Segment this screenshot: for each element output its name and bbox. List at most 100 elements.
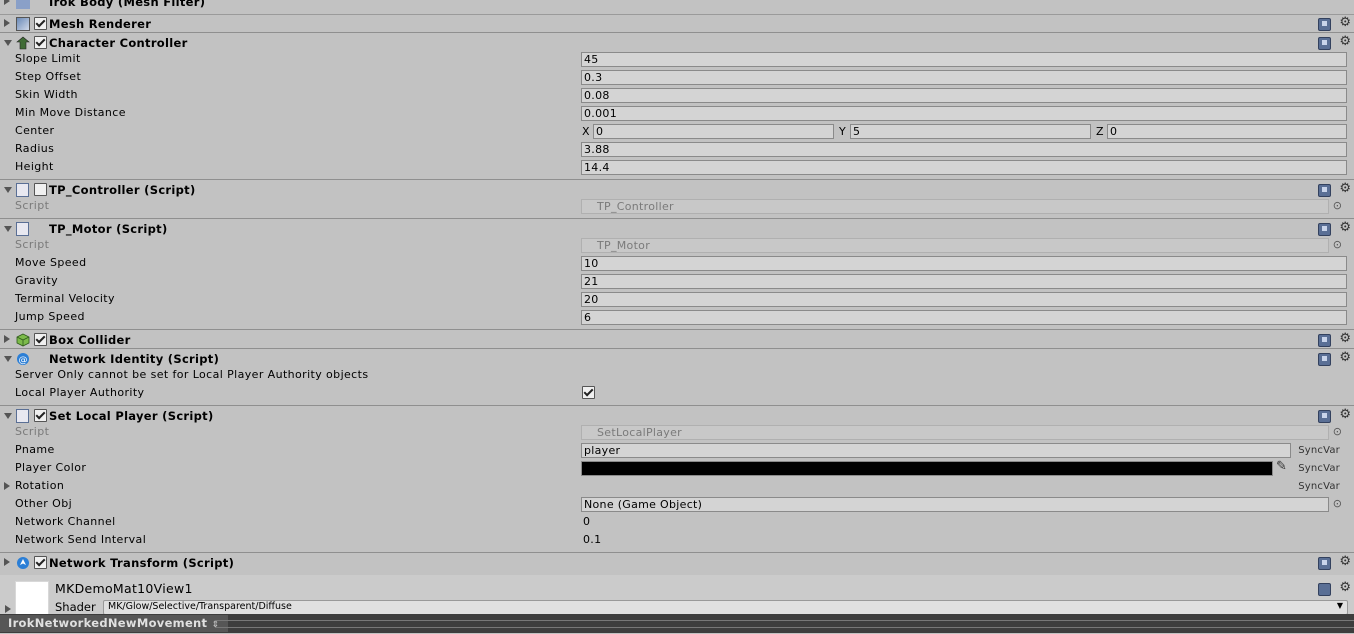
clipped-component-header: Irok Body (Mesh Filter)	[0, 0, 1354, 15]
other-obj-label: Other Obj	[15, 497, 73, 510]
enable-checkbox[interactable]	[34, 333, 47, 346]
tp-controller-header[interactable]: TP_Controller (Script) ⚙	[0, 181, 1354, 199]
enable-checkbox[interactable]	[34, 17, 47, 30]
gear-icon[interactable]: ⚙	[1339, 34, 1351, 49]
gravity-field[interactable]: 21	[581, 274, 1347, 289]
help-icon[interactable]	[1318, 184, 1331, 197]
help-icon[interactable]	[1318, 37, 1331, 50]
rotation-label[interactable]: Rotation	[15, 479, 64, 492]
foldout-arrow[interactable]	[4, 356, 12, 362]
rotation-foldout-arrow[interactable]	[4, 482, 10, 490]
object-tab[interactable]: IrokNetworkedNewMovement ⇕	[0, 615, 228, 632]
help-icon[interactable]	[1318, 223, 1331, 236]
material-name: MKDemoMat10View1	[55, 581, 193, 596]
resize-divider[interactable]	[215, 620, 1354, 628]
eyedropper-icon[interactable]: ✎	[1276, 459, 1287, 474]
box-collider-icon	[16, 333, 30, 347]
network-identity-header[interactable]: @ Network Identity (Script) ⚙	[0, 350, 1354, 368]
terminal-velocity-field[interactable]: 20	[581, 292, 1347, 307]
step-offset-label: Step Offset	[15, 70, 82, 83]
help-icon[interactable]	[1318, 583, 1331, 596]
step-offset-field[interactable]: 0.3	[581, 70, 1347, 85]
network-identity-icon: @	[16, 352, 30, 366]
center-x-field[interactable]: 0	[593, 124, 834, 139]
set-local-player-header[interactable]: Set Local Player (Script) ⚙	[0, 407, 1354, 425]
script-label: Script	[15, 199, 50, 212]
height-field[interactable]: 14.4	[581, 160, 1347, 175]
component-title: TP_Controller (Script)	[49, 183, 196, 197]
mesh-filter-icon	[16, 0, 30, 9]
help-icon[interactable]	[1318, 18, 1331, 31]
height-label: Height	[15, 160, 54, 173]
character-controller-header[interactable]: Character Controller ⚙	[0, 34, 1354, 52]
component-title: Character Controller	[49, 36, 188, 50]
foldout-arrow[interactable]	[5, 605, 11, 613]
object-picker-icon[interactable]: ⊙	[1333, 199, 1342, 212]
component-title: TP_Motor (Script)	[49, 222, 168, 236]
gear-icon[interactable]: ⚙	[1339, 554, 1351, 569]
foldout-arrow[interactable]	[4, 40, 12, 46]
object-picker-icon[interactable]: ⊙	[1333, 497, 1342, 510]
enable-checkbox[interactable]	[34, 183, 47, 196]
network-send-interval-label: Network Send Interval	[15, 533, 147, 546]
material-panel: MKDemoMat10View1 ⚙ Shader MK/Glow/Select…	[0, 575, 1354, 616]
pname-field[interactable]: player	[581, 443, 1291, 458]
foldout-arrow[interactable]	[4, 19, 10, 27]
gear-icon[interactable]: ⚙	[1339, 407, 1351, 422]
component-title: Network Identity (Script)	[49, 352, 220, 366]
object-picker-icon[interactable]: ⊙	[1333, 238, 1342, 251]
help-icon[interactable]	[1318, 334, 1331, 347]
center-y-field[interactable]: 5	[850, 124, 1091, 139]
player-color-swatch[interactable]	[581, 461, 1273, 476]
enable-checkbox[interactable]	[34, 556, 47, 569]
enable-checkbox[interactable]	[34, 36, 47, 49]
gear-icon[interactable]: ⚙	[1339, 15, 1351, 30]
foldout-arrow[interactable]	[4, 0, 10, 5]
pname-label: Pname	[15, 443, 55, 456]
x-axis-label: X	[582, 125, 590, 138]
gear-icon[interactable]: ⚙	[1339, 331, 1351, 346]
box-collider-header[interactable]: Box Collider ⚙	[0, 331, 1354, 349]
skin-width-field[interactable]: 0.08	[581, 88, 1347, 103]
character-controller-icon	[16, 36, 30, 50]
foldout-arrow[interactable]	[4, 226, 12, 232]
network-transform-header[interactable]: Network Transform (Script) ⚙	[0, 554, 1354, 572]
mesh-renderer-icon	[16, 17, 30, 31]
enable-checkbox[interactable]	[34, 409, 47, 422]
foldout-arrow[interactable]	[4, 558, 10, 566]
network-channel-label: Network Channel	[15, 515, 116, 528]
shader-label: Shader	[55, 600, 96, 614]
mesh-renderer-header[interactable]: Mesh Renderer ⚙	[0, 15, 1354, 33]
local-player-authority-checkbox[interactable]	[582, 386, 595, 399]
help-icon[interactable]	[1318, 353, 1331, 366]
syncvar-label: SyncVar	[1298, 481, 1340, 492]
foldout-arrow[interactable]	[4, 187, 12, 193]
radius-field[interactable]: 3.88	[581, 142, 1347, 157]
help-icon[interactable]	[1318, 410, 1331, 423]
other-obj-field[interactable]: None (Game Object)	[581, 497, 1329, 512]
gear-icon[interactable]: ⚙	[1339, 220, 1351, 235]
foldout-arrow[interactable]	[4, 335, 10, 343]
gear-icon[interactable]: ⚙	[1339, 181, 1351, 196]
shader-dropdown[interactable]: MK/Glow/Selective/Transparent/Diffuse ▼	[103, 600, 1348, 615]
gravity-label: Gravity	[15, 274, 58, 287]
object-picker-icon[interactable]: ⊙	[1333, 425, 1342, 438]
gear-icon[interactable]: ⚙	[1339, 350, 1351, 365]
jump-speed-field[interactable]: 6	[581, 310, 1347, 325]
move-speed-field[interactable]: 10	[581, 256, 1347, 271]
svg-text:@: @	[19, 356, 28, 366]
gear-icon[interactable]: ⚙	[1339, 580, 1351, 595]
help-icon[interactable]	[1318, 557, 1331, 570]
script-label: Script	[15, 425, 50, 438]
foldout-arrow[interactable]	[4, 413, 12, 419]
slope-limit-field[interactable]: 45	[581, 52, 1347, 67]
jump-speed-label: Jump Speed	[15, 310, 85, 323]
y-axis-label: Y	[839, 125, 846, 138]
script-icon	[16, 183, 29, 197]
object-tab-label: IrokNetworkedNewMovement	[8, 616, 208, 630]
script-field: TP_Motor	[581, 238, 1329, 253]
script-icon	[16, 409, 29, 423]
min-move-distance-field[interactable]: 0.001	[581, 106, 1347, 121]
tp-motor-header[interactable]: TP_Motor (Script) ⚙	[0, 220, 1354, 238]
center-z-field[interactable]: 0	[1107, 124, 1347, 139]
